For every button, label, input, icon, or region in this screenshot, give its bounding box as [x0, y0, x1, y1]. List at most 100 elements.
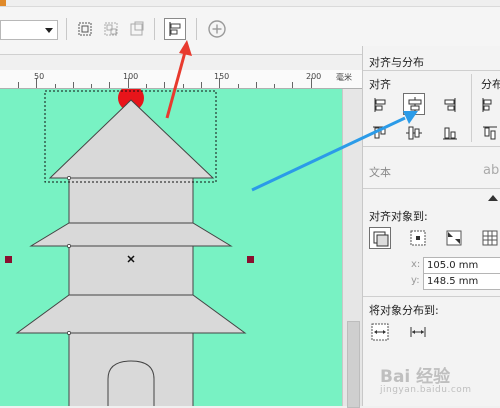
vertical-scrollbar[interactable] — [342, 89, 363, 408]
ruler-tick — [238, 84, 239, 88]
toolbar-separator — [196, 18, 197, 40]
ruler-tick — [292, 82, 293, 88]
roof-top[interactable] — [48, 99, 215, 179]
divider — [363, 296, 500, 297]
ruler-tick — [73, 82, 74, 88]
align-top-icon — [373, 126, 387, 139]
node-point[interactable] — [67, 244, 71, 248]
align-left-icon — [169, 22, 181, 36]
drawing-canvas[interactable] — [0, 89, 342, 406]
svg-text:ab: ab — [483, 163, 499, 178]
selection-handle-right[interactable] — [247, 256, 254, 263]
dropdown-combo[interactable] — [0, 20, 58, 40]
y-coordinate-input[interactable]: 148.5 mm — [423, 273, 500, 290]
align-right-button[interactable] — [439, 94, 461, 116]
distribute-to-page-button[interactable] — [369, 321, 391, 343]
body-middle[interactable] — [68, 245, 194, 296]
align-distribute-button[interactable] — [164, 18, 186, 40]
align-top-button[interactable] — [369, 122, 391, 144]
align-to-page-edge-button[interactable] — [407, 227, 429, 249]
watermark-subtext: jingyan.baidu.com — [380, 385, 472, 395]
scrollbar-thumb[interactable] — [347, 321, 360, 408]
align-center-vertical-button[interactable] — [403, 122, 425, 144]
group-icon — [78, 22, 92, 36]
align-middle-icon — [406, 126, 422, 140]
align-distribute-panel: 对齐与分布 对齐 分布 文本 ab 对齐对象到: x: 105.0 mm y: … — [362, 46, 500, 406]
roof-lower[interactable] — [15, 294, 247, 334]
body-upper[interactable] — [68, 177, 194, 224]
align-center-icon — [408, 97, 422, 113]
app-color-chip — [0, 0, 6, 6]
x-coordinate-input[interactable]: 105.0 mm — [423, 257, 500, 274]
align-bottom-button[interactable] — [439, 122, 461, 144]
panel-title: 对齐与分布 — [369, 56, 424, 69]
align-to-page-center-button[interactable] — [443, 227, 465, 249]
distribute-left-button[interactable] — [479, 94, 500, 116]
ruler-tick — [183, 84, 184, 88]
ungroup-all-button[interactable] — [126, 18, 148, 40]
ruler-tick — [146, 84, 147, 88]
toolbar-separator — [154, 18, 155, 40]
ruler-tick — [274, 84, 275, 88]
ungroup-all-icon — [130, 21, 144, 36]
selection-handle-left[interactable] — [5, 256, 12, 263]
distribute-top-button[interactable] — [479, 122, 500, 144]
text-align-icon: ab — [483, 163, 499, 178]
door-arch[interactable] — [107, 360, 155, 406]
x-label: x: — [411, 259, 421, 270]
divider — [471, 74, 472, 142]
page-edge-icon — [410, 230, 426, 246]
ruler-tick — [201, 82, 202, 88]
active-object-icon — [373, 231, 389, 247]
align-to-active-object-button[interactable] — [369, 227, 391, 249]
ungroup-button[interactable] — [100, 18, 122, 40]
ruler-label-200: 200 — [306, 72, 322, 81]
ruler-tick — [109, 82, 110, 88]
distribute-to-selection-button[interactable] — [407, 321, 429, 343]
group-button[interactable] — [74, 18, 96, 40]
distribute-section-label: 分布 — [481, 78, 500, 91]
pagoda-drawing[interactable] — [0, 89, 342, 406]
chevron-down-icon[interactable] — [45, 28, 53, 33]
divider — [363, 70, 500, 71]
page-center-icon — [446, 230, 462, 246]
text-section-label: 文本 — [369, 166, 391, 179]
node-point[interactable] — [67, 176, 71, 180]
collapse-icon[interactable] — [488, 192, 498, 205]
align-bottom-icon — [443, 127, 457, 140]
horizontal-ruler: 50 100 150 200 毫米 — [0, 70, 362, 89]
top-strip — [0, 0, 500, 7]
watermark-text: Bai 经验 — [380, 367, 451, 387]
ruler-tick — [18, 82, 19, 88]
y-label: y: — [411, 275, 420, 286]
distribute-left-icon — [482, 98, 492, 112]
plus-circle-icon — [208, 20, 226, 38]
ungroup-icon — [104, 22, 118, 36]
align-left-button[interactable] — [369, 94, 391, 116]
node-point[interactable] — [67, 331, 71, 335]
grid-icon — [482, 230, 498, 246]
distribute-top-icon — [483, 126, 497, 140]
align-center-horizontal-button[interactable] — [403, 93, 425, 115]
add-button[interactable] — [206, 18, 228, 40]
ruler-tick — [55, 84, 56, 88]
ruler-label-150: 150 — [214, 72, 230, 81]
divider — [363, 146, 500, 147]
align-to-label: 对齐对象到: — [369, 210, 428, 223]
ruler-tick — [164, 82, 165, 88]
ruler-label-100: 100 — [123, 72, 139, 81]
text-align-button[interactable]: ab — [479, 158, 500, 180]
distribute-selection-icon — [410, 327, 426, 337]
align-to-grid-button[interactable] — [479, 227, 500, 249]
toolbar-separator — [66, 18, 67, 40]
distribute-to-label: 将对象分布到: — [369, 304, 439, 317]
roof-middle[interactable] — [29, 222, 233, 247]
align-section-label: 对齐 — [369, 78, 391, 91]
distribute-page-icon — [371, 323, 389, 341]
ruler-unit: 毫米 — [336, 73, 352, 82]
ruler-label-50: 50 — [34, 72, 45, 81]
ruler-tick — [91, 84, 92, 88]
watermark-logo: Bai 经验 jingyan.baidu.com — [380, 362, 500, 402]
align-left-icon — [374, 98, 386, 112]
ruler-tick — [256, 82, 257, 88]
